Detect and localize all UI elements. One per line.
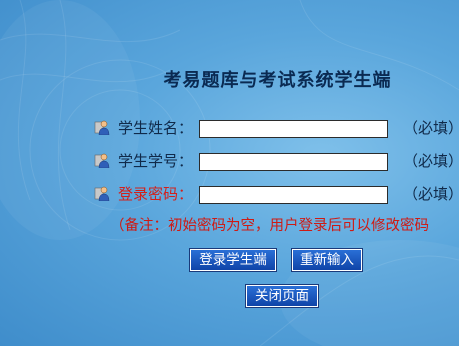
password-row: 登录密码： （必填）: [94, 185, 459, 205]
background-decoration: [0, 0, 459, 346]
student-name-required-label: （必填）: [403, 119, 459, 137]
user-icon: [94, 186, 110, 201]
student-name-input[interactable]: [199, 120, 388, 138]
student-id-row: 学生学号： （必填）: [94, 152, 459, 172]
login-button[interactable]: 登录学生端: [189, 248, 277, 272]
student-id-input[interactable]: [199, 153, 388, 171]
password-required-label: （必填）: [403, 185, 459, 203]
student-id-required-label: （必填）: [403, 152, 459, 170]
password-note: （备注：初始密码为空，用户登录后可以修改密码: [110, 218, 429, 234]
student-name-label: 学生姓名：: [118, 119, 194, 137]
reset-button[interactable]: 重新输入: [291, 248, 363, 272]
password-input[interactable]: [199, 186, 388, 204]
user-icon: [94, 153, 110, 168]
student-name-row: 学生姓名： （必填）: [94, 119, 459, 139]
close-page-button[interactable]: 关闭页面: [245, 284, 319, 308]
student-id-label: 学生学号：: [118, 152, 194, 170]
password-label: 登录密码：: [118, 185, 194, 203]
page-title: 考易题库与考试系统学生端: [163, 70, 392, 91]
user-icon: [94, 120, 110, 135]
